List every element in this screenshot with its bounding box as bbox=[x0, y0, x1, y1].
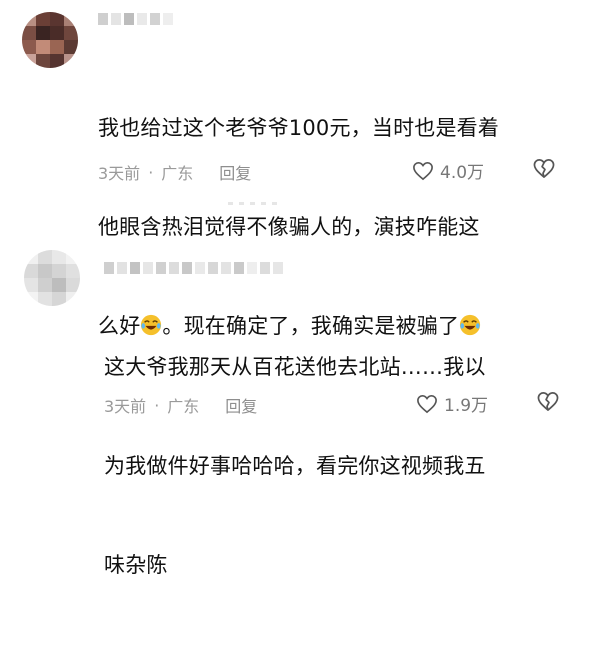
comment-line: 味杂陈 bbox=[104, 553, 168, 577]
like-count: 1.9万 bbox=[444, 396, 489, 416]
comment-text: 这大爷我那天从百花送他去北站……我以 为我做件好事哈哈哈，看完你这视频我五 味杂… bbox=[104, 285, 574, 648]
comment-meta: 3天前 · 广东 回复 bbox=[98, 160, 251, 184]
comment-line: 我也给过这个老爷爷100元，当时也是看着 bbox=[98, 116, 500, 140]
heart-outline-icon bbox=[412, 161, 434, 181]
comment-time: 3天前 bbox=[98, 164, 141, 183]
dislike-button[interactable] bbox=[536, 391, 560, 412]
comment-location: 广东 bbox=[167, 397, 200, 416]
avatar[interactable] bbox=[22, 12, 78, 68]
comment-item: 我也给过这个老爷爷100元，当时也是看着 他眼含热泪觉得不像骗人的，演技咋能这 … bbox=[0, 0, 589, 338]
reply-button[interactable]: 回复 bbox=[219, 160, 251, 184]
like-button[interactable]: 1.9万 bbox=[416, 391, 488, 416]
username-redacted[interactable] bbox=[104, 262, 283, 274]
broken-heart-icon bbox=[536, 391, 560, 412]
comment-line: 这大爷我那天从百花送他去北站……我以 bbox=[104, 355, 486, 379]
dislike-button[interactable] bbox=[532, 158, 556, 179]
reply-button[interactable]: 回复 bbox=[225, 393, 257, 417]
broken-heart-icon bbox=[532, 158, 556, 179]
comment-meta: 3天前 · 广东 回复 bbox=[104, 393, 257, 417]
avatar[interactable] bbox=[24, 250, 80, 306]
separator-dot: · bbox=[154, 395, 160, 415]
divider bbox=[228, 202, 277, 205]
username-redacted[interactable] bbox=[98, 13, 173, 25]
comment-line: 为我做件好事哈哈哈，看完你这视频我五 bbox=[104, 454, 486, 478]
comment-location: 广东 bbox=[161, 164, 194, 183]
comment-item: 这大爷我那天从百花送他去北站……我以 为我做件好事哈哈哈，看完你这视频我五 味杂… bbox=[0, 240, 589, 577]
heart-outline-icon bbox=[416, 394, 438, 414]
separator-dot: · bbox=[148, 162, 154, 182]
like-button[interactable]: 4.0万 bbox=[412, 158, 484, 183]
like-count: 4.0万 bbox=[440, 163, 485, 183]
comment-time: 3天前 bbox=[104, 397, 147, 416]
